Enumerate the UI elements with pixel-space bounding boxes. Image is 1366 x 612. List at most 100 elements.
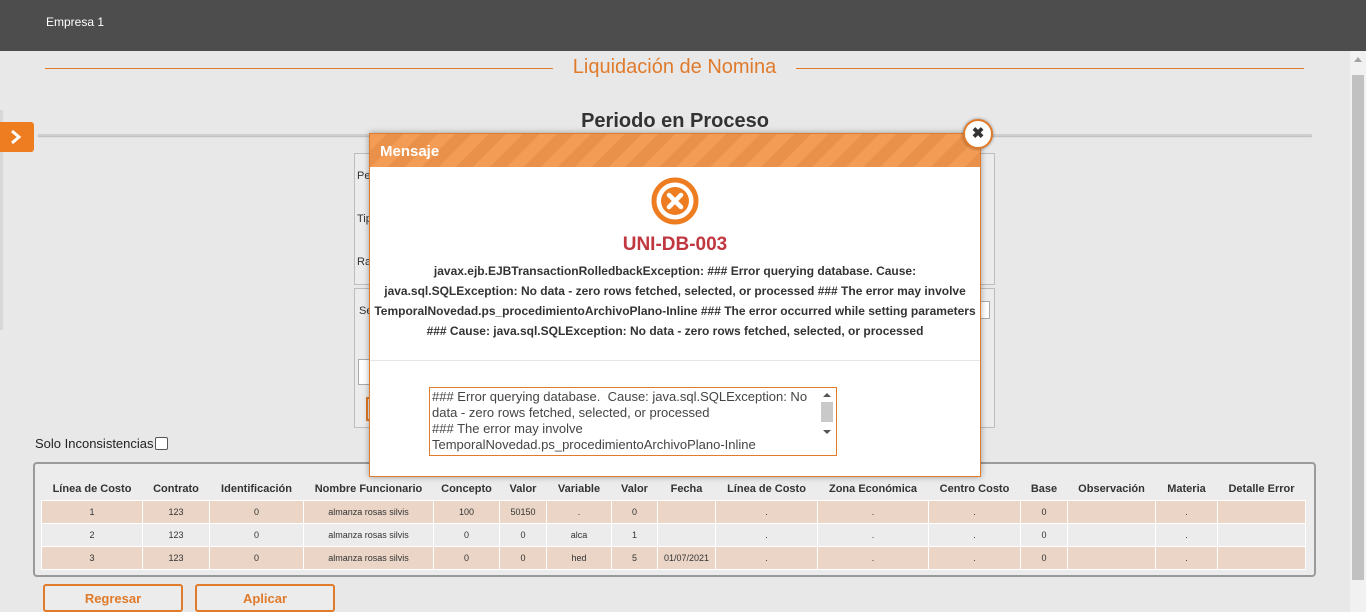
- table-cell: .: [817, 522, 929, 547]
- column-header[interactable]: Centro Costo: [929, 478, 1021, 500]
- table-cell: 0: [433, 545, 500, 570]
- title-divider-right: [796, 68, 1304, 69]
- message-dialog: Mensaje UNI-DB-003 javax.ejb.EJBTransact…: [369, 133, 981, 477]
- top-bar: Empresa 1: [0, 0, 1366, 51]
- scroll-up-arrow-icon[interactable]: [1354, 57, 1362, 62]
- table-cell: 0: [499, 545, 547, 570]
- column-header[interactable]: Base: [1021, 478, 1068, 500]
- column-header[interactable]: Contrato: [143, 478, 210, 500]
- page-title-row: Liquidación de Nomina: [45, 55, 1304, 81]
- table-cell: 2: [41, 522, 143, 547]
- error-message-line: java.sql.SQLException: No data - zero ro…: [384, 284, 966, 298]
- results-table: Línea de Costo Contrato Identificación Nomb…: [41, 478, 1306, 570]
- column-header[interactable]: Detalle Error: [1218, 478, 1306, 500]
- table-cell: 50150: [499, 499, 547, 524]
- table-cell: 01/07/2021: [657, 545, 716, 570]
- table-cell: [1217, 499, 1306, 524]
- table-cell: 123: [142, 499, 210, 524]
- select-input[interactable]: [980, 301, 990, 319]
- table-header-row: Línea de Costo Contrato Identificación Nomb…: [42, 478, 1306, 500]
- column-header[interactable]: Nombre Funcionario: [304, 478, 434, 500]
- close-icon[interactable]: ✖: [963, 119, 993, 149]
- table-cell: .: [1155, 522, 1218, 547]
- error-x-circle-icon: [651, 177, 699, 225]
- dialog-title: Mensaje: [380, 143, 440, 160]
- table-cell: .: [546, 499, 612, 524]
- table-cell: .: [817, 545, 929, 570]
- scroll-up-arrow-icon[interactable]: [823, 393, 831, 397]
- table-cell: 123: [142, 545, 210, 570]
- error-message-line: javax.ejb.EJBTransactionRolledbackExcept…: [433, 264, 917, 278]
- table-row[interactable]: 3 123 0 almanza rosas silvis 0 0 hed 5 01/07/202…: [41, 545, 1306, 570]
- table-cell: 123: [142, 522, 210, 547]
- error-code: UNI-DB-003: [622, 234, 728, 255]
- column-header[interactable]: Zona Económica: [818, 478, 929, 500]
- textarea-scrollbar-thumb[interactable]: [821, 402, 833, 422]
- table-cell: .: [715, 499, 818, 524]
- column-header[interactable]: Línea de Costo: [716, 478, 818, 500]
- results-table-container: Línea de Costo Contrato Identificación Nomb…: [33, 462, 1316, 577]
- table-cell: 3: [41, 545, 143, 570]
- column-header[interactable]: Materia: [1156, 478, 1218, 500]
- column-header[interactable]: Fecha: [658, 478, 716, 500]
- table-cell: .: [928, 545, 1021, 570]
- table-cell: .: [928, 499, 1021, 524]
- table-cell: 0: [499, 522, 547, 547]
- table-cell: 1: [41, 499, 143, 524]
- table-cell: 0: [1020, 499, 1068, 524]
- textarea-scrollbar[interactable]: [820, 390, 834, 454]
- table-cell: [1217, 522, 1306, 547]
- table-cell: .: [928, 522, 1021, 547]
- table-cell: 0: [1020, 522, 1068, 547]
- table-cell: 1: [611, 522, 658, 547]
- column-header[interactable]: Valor: [612, 478, 658, 500]
- table-cell: .: [715, 522, 818, 547]
- table-cell: almanza rosas silvis: [303, 522, 434, 547]
- table-cell: [1067, 522, 1156, 547]
- table-cell: 0: [209, 499, 304, 524]
- column-header[interactable]: Variable: [547, 478, 612, 500]
- column-header[interactable]: Línea de Costo: [42, 478, 143, 500]
- table-cell: almanza rosas silvis: [303, 499, 434, 524]
- solo-inconsistencias-checkbox[interactable]: [154, 437, 168, 450]
- company-name[interactable]: Empresa 1: [46, 15, 104, 29]
- table-cell: .: [1155, 499, 1218, 524]
- solo-inconsistencias-label: Solo Inconsistencias: [35, 436, 154, 451]
- table-cell: almanza rosas silvis: [303, 545, 434, 570]
- table-cell: 0: [611, 499, 658, 524]
- column-header[interactable]: Valor: [500, 478, 547, 500]
- table-cell: [1217, 545, 1306, 570]
- table-cell: .: [1155, 545, 1218, 570]
- solo-inconsistencias-filter[interactable]: Solo Inconsistencias: [35, 436, 168, 451]
- table-cell: .: [715, 545, 818, 570]
- column-header[interactable]: Observación: [1068, 478, 1156, 500]
- table-cell: 0: [433, 522, 500, 547]
- table-cell: 5: [611, 545, 658, 570]
- table-cell: alca: [546, 522, 612, 547]
- table-cell: [1067, 499, 1156, 524]
- table-cell: hed: [546, 545, 612, 570]
- table-cell: .: [817, 499, 929, 524]
- table-cell: [657, 499, 716, 524]
- table-cell: [1067, 545, 1156, 570]
- column-header[interactable]: Concepto: [434, 478, 500, 500]
- error-detail-textarea[interactable]: ### Error querying database. Cause: java…: [429, 387, 837, 456]
- back-button[interactable]: Regresar: [43, 584, 183, 612]
- page-scrollbar[interactable]: [1350, 51, 1366, 612]
- table-cell: [657, 522, 716, 547]
- table-row[interactable]: 2 123 0 almanza rosas silvis 0 0 alca 1... 0.: [41, 522, 1306, 547]
- apply-button[interactable]: Aplicar: [195, 584, 335, 612]
- error-message: javax.ejb.EJBTransactionRolledbackExcept…: [370, 261, 980, 341]
- column-header[interactable]: Identificación: [210, 478, 304, 500]
- scroll-down-arrow-icon[interactable]: [823, 430, 831, 434]
- error-message-line: TemporalNovedad.ps_procedimientoArchivoP…: [374, 304, 976, 318]
- section-title: Periodo en Proceso: [581, 110, 769, 132]
- table-cell: 100: [433, 499, 500, 524]
- table-row[interactable]: 1 123 0 almanza rosas silvis 100 50150. 0... 0.: [41, 499, 1306, 524]
- table-cell: 0: [209, 545, 304, 570]
- dialog-header: Mensaje: [370, 134, 980, 167]
- scrollbar-thumb[interactable]: [1352, 75, 1364, 580]
- error-message-line: ### Cause: java.sql.SQLException: No dat…: [426, 324, 924, 338]
- table-cell: 0: [209, 522, 304, 547]
- table-cell: 0: [1020, 545, 1068, 570]
